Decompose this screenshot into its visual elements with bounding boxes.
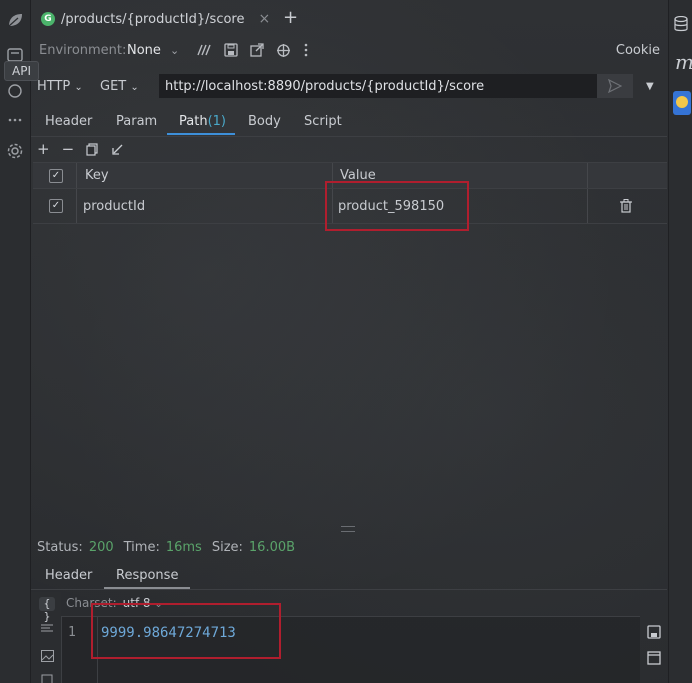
method-label: GET	[100, 79, 127, 94]
send-icon	[608, 79, 622, 93]
column-divider	[76, 163, 77, 188]
response-tabs: Header Response	[31, 565, 667, 590]
environment-toolbar	[196, 38, 309, 62]
line-number: 1	[68, 625, 76, 640]
editor-tab-bar: G /products/{productId}/score × +	[31, 4, 667, 34]
splitter-handle[interactable]	[341, 526, 355, 532]
grid-toolbar: + −	[37, 140, 124, 158]
open-external-icon[interactable]	[250, 43, 264, 57]
image-icon[interactable]	[39, 650, 55, 664]
protocol-label: HTTP	[37, 79, 71, 94]
time-value: 16ms	[165, 540, 202, 555]
save-icon[interactable]	[647, 625, 661, 639]
tab-badge-icon: G	[41, 12, 55, 26]
cookie-button[interactable]: Cookie	[616, 43, 660, 58]
column-divider	[76, 189, 77, 223]
database-icon[interactable]	[674, 15, 688, 36]
time-label: Time:	[123, 540, 160, 555]
import-icon[interactable]	[111, 143, 124, 156]
leaf-icon[interactable]	[4, 9, 26, 31]
more-icon[interactable]	[4, 106, 26, 128]
param-key[interactable]: productId	[83, 189, 145, 223]
tab-path-label: Path	[179, 114, 208, 129]
target-icon[interactable]	[276, 43, 291, 58]
braces-icon[interactable]: { }	[39, 597, 55, 623]
request-tab[interactable]: G /products/{productId}/score ×	[41, 7, 270, 31]
environment-select[interactable]: None	[127, 43, 161, 58]
tab-header[interactable]: Header	[45, 114, 92, 129]
ai-assistant-icon[interactable]	[673, 91, 691, 115]
remove-icon[interactable]: −	[62, 140, 75, 158]
row-checkbox[interactable]: ✓	[49, 189, 63, 223]
url-bar: HTTP ⌄ GET ⌄ ▼	[31, 72, 667, 100]
environment-bar: Environment: None ⌄ Cookie	[31, 38, 667, 62]
tab-response-body[interactable]: Response	[116, 568, 178, 583]
url-input[interactable]	[159, 74, 597, 98]
status-code: 200	[88, 540, 114, 555]
settings-icon[interactable]	[4, 140, 26, 162]
save-icon[interactable]	[224, 43, 238, 57]
path-params-table: ✓ Key Value ✓ productId product_598150	[33, 162, 667, 231]
chevron-down-icon: ⌄	[130, 82, 139, 93]
check-icon: ✓	[49, 168, 63, 183]
size-value: 16.00B	[248, 540, 296, 555]
status-label: Status:	[37, 540, 83, 555]
select-all-checkbox[interactable]: ✓	[49, 163, 63, 188]
send-dropdown-icon[interactable]: ▼	[646, 81, 654, 92]
trash-icon[interactable]	[620, 189, 632, 223]
circle-icon[interactable]	[4, 80, 26, 102]
add-icon[interactable]: +	[37, 140, 50, 158]
protocol-select[interactable]: HTTP ⌄	[37, 79, 83, 94]
chevron-down-icon[interactable]: ⌄	[170, 44, 179, 57]
chevron-down-icon: ⌄	[74, 82, 83, 93]
response-gutter: { }	[31, 592, 61, 683]
environment-label: Environment:	[39, 42, 127, 58]
kebab-menu-icon[interactable]	[303, 43, 309, 57]
tab-param[interactable]: Param	[116, 114, 157, 129]
tab-response-header[interactable]: Header	[45, 568, 92, 583]
column-divider	[587, 189, 588, 223]
response-status: Status: 200 Time: 16ms Size: 16.00B	[37, 540, 299, 555]
app-root: API G /products/{productId}/score × + En…	[0, 0, 692, 683]
tab-path-count: (1)	[207, 114, 226, 129]
active-tab-indicator	[167, 133, 235, 135]
tab-script[interactable]: Script	[304, 114, 342, 129]
check-icon: ✓	[49, 199, 63, 213]
copy-icon[interactable]	[86, 142, 99, 156]
html-icon[interactable]	[39, 674, 55, 683]
text-lines-icon[interactable]	[39, 624, 55, 638]
slashes-icon[interactable]	[196, 43, 212, 57]
left-tool-strip: API	[0, 0, 39, 683]
method-select[interactable]: GET ⌄	[100, 79, 139, 94]
highlight-box	[325, 181, 469, 231]
main-panel: G /products/{productId}/score × + Enviro…	[31, 0, 667, 683]
highlight-box	[91, 603, 281, 659]
request-tabs: Header Param Path(1) Body Script	[31, 110, 667, 137]
tab-body[interactable]: Body	[248, 114, 281, 129]
send-button[interactable]	[597, 74, 633, 98]
tab-title: /products/{productId}/score	[61, 11, 245, 27]
tab-close-icon[interactable]: ×	[258, 11, 270, 27]
window-icon[interactable]	[647, 651, 661, 665]
markdown-icon[interactable]: m	[675, 50, 692, 74]
active-tab-indicator	[104, 587, 190, 589]
add-tab-icon[interactable]: +	[283, 7, 298, 28]
size-label: Size:	[211, 540, 243, 555]
column-header-key: Key	[85, 168, 109, 183]
response-panel: { } Charset: utf-8 ⌄ 1 9999.98647274713	[31, 592, 667, 683]
column-divider	[587, 163, 588, 188]
right-tool-strip: m	[668, 0, 692, 683]
tab-path[interactable]: Path(1)	[179, 114, 226, 129]
